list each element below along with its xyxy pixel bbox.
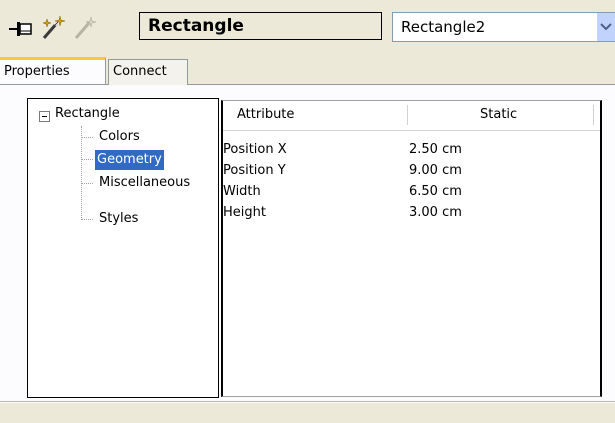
object-selector-dropdown[interactable]: Rectangle2	[392, 12, 615, 42]
value-height[interactable]: 3.00 cm	[409, 202, 462, 224]
tree-connector	[81, 159, 93, 160]
pin-icon[interactable]	[8, 16, 34, 42]
column-header-attribute[interactable]: Attribute	[237, 101, 294, 129]
tree-item-miscellaneous[interactable]: Miscellaneous	[97, 173, 192, 193]
tree-item-styles[interactable]: Styles	[97, 209, 140, 229]
tree-item-geometry[interactable]: Geometry	[95, 150, 164, 170]
tab-connect[interactable]: Connect	[108, 59, 188, 85]
chevron-down-icon[interactable]	[597, 13, 615, 41]
value-width[interactable]: 6.50 cm	[409, 181, 462, 203]
tree-connector	[81, 137, 93, 138]
attribute-position-y: Position Y	[223, 163, 286, 178]
attribute-height: Height	[223, 205, 266, 220]
column-separator[interactable]	[593, 105, 594, 125]
column-header-static[interactable]: Static	[480, 101, 517, 129]
tree-connector	[81, 126, 82, 220]
attribute-position-x: Position X	[223, 142, 287, 157]
tree-connector	[81, 183, 93, 184]
panel-divider	[0, 401, 615, 402]
magic-wand-disabled-icon	[72, 14, 98, 40]
tab-properties[interactable]: Properties	[0, 57, 106, 84]
column-separator[interactable]	[407, 105, 408, 125]
property-tree: Rectangle Colors Geometry Miscellaneous …	[27, 98, 219, 398]
grid-header: Attribute Static	[223, 101, 600, 131]
tree-connector	[81, 219, 93, 220]
collapse-icon[interactable]	[39, 111, 50, 122]
attribute-grid: Attribute Static Position X 2.50 cm Posi…	[221, 100, 602, 397]
attribute-width: Width	[223, 184, 261, 199]
magic-wand-icon[interactable]	[40, 14, 66, 40]
value-position-x[interactable]: 2.50 cm	[409, 139, 462, 161]
object-selector-value: Rectangle2	[401, 18, 486, 36]
tree-root-rectangle[interactable]: Rectangle	[55, 106, 120, 121]
tree-item-colors[interactable]: Colors	[97, 127, 142, 147]
object-name-field: Rectangle	[139, 12, 382, 40]
value-position-y[interactable]: 9.00 cm	[409, 160, 462, 182]
